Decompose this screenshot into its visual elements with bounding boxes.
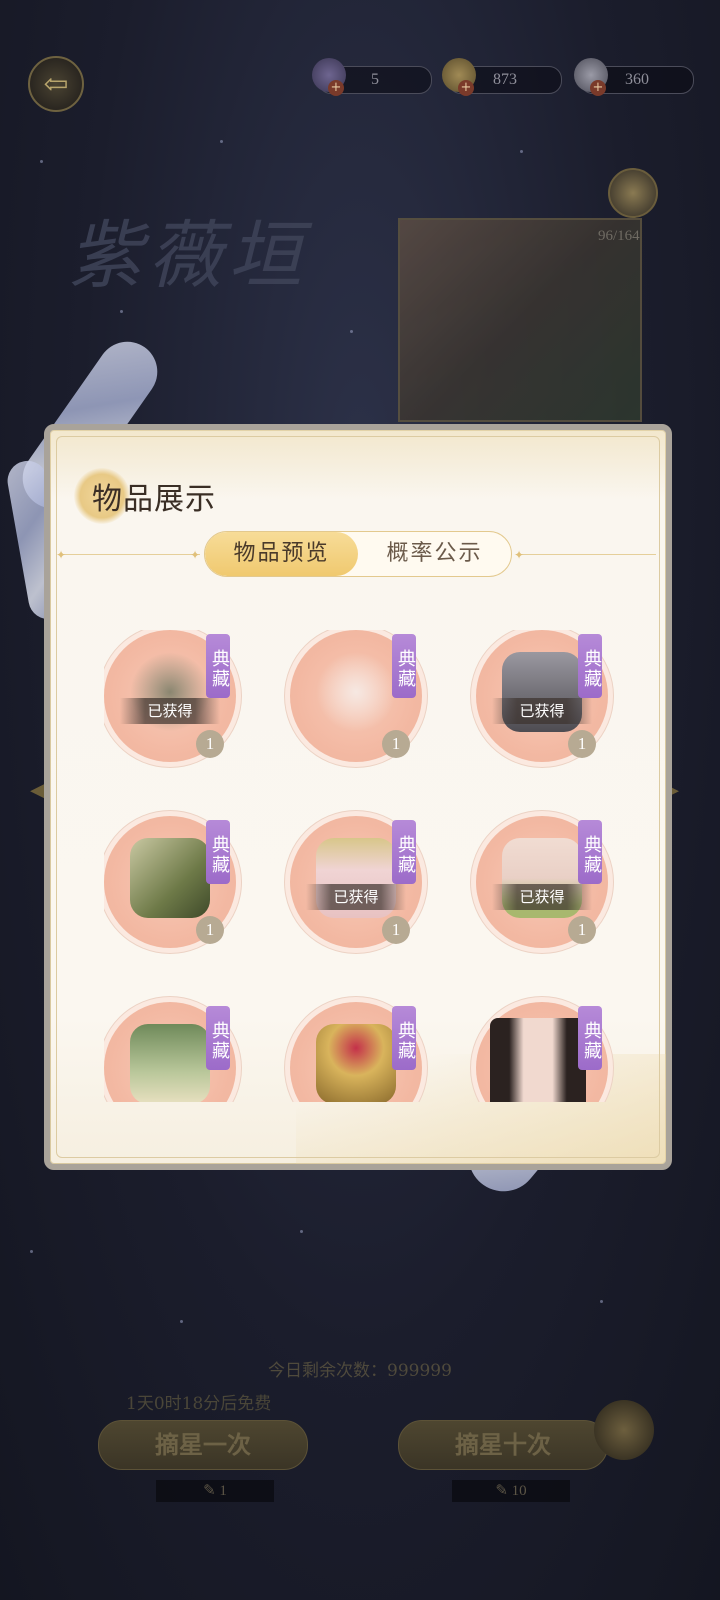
- character-portrait: [398, 218, 642, 422]
- tab-divider-right: [516, 554, 656, 555]
- collection-tag: 典藏: [392, 1006, 416, 1070]
- item-count: 1: [382, 916, 410, 944]
- sparkle-icon: ✦: [56, 548, 67, 562]
- item-card[interactable]: 典藏 已获得 1: [290, 816, 430, 956]
- item-count: 1: [568, 916, 596, 944]
- remaining-count: 今日剩余次数：999999: [268, 1361, 452, 1381]
- add-coin-icon: +: [458, 80, 474, 96]
- collection-progress: 96/164: [598, 228, 640, 244]
- tab-bar: 物品预览 概率公示: [204, 531, 512, 577]
- back-button: ⇦: [28, 56, 84, 112]
- draw-ten-button: 摘星十次: [398, 1420, 608, 1470]
- draw-once-cost: ✎ 1: [156, 1480, 274, 1502]
- item-card[interactable]: 典藏: [476, 1002, 614, 1102]
- item-card[interactable]: 典藏 1: [104, 816, 244, 956]
- obtained-label: 已获得: [492, 698, 592, 724]
- sparkle-icon: ✦: [514, 548, 525, 562]
- item-card[interactable]: 典藏: [290, 1002, 430, 1102]
- moon-icon: [608, 168, 658, 218]
- character-portrait-image: [490, 1018, 586, 1102]
- add-pearl-icon: +: [590, 80, 606, 96]
- modal-title: 物品展示: [92, 482, 216, 517]
- obtained-label: 已获得: [306, 884, 406, 910]
- green-dress-image: [130, 1024, 210, 1102]
- item-count: 1: [196, 916, 224, 944]
- item-card[interactable]: 典藏: [104, 1002, 244, 1102]
- item-card[interactable]: 典藏 已获得 1: [476, 816, 614, 956]
- green-robe-image: [130, 838, 210, 918]
- item-count: 1: [382, 730, 410, 758]
- draw-once-button: 摘星一次: [98, 1420, 308, 1470]
- item-count: 1: [568, 730, 596, 758]
- white-ribbon-image: [316, 652, 396, 732]
- item-count: 1: [196, 730, 224, 758]
- obtained-label: 已获得: [492, 884, 592, 910]
- collection-tag: 典藏: [578, 634, 602, 698]
- collection-tag: 典藏: [392, 820, 416, 884]
- free-timer: 1天0时18分后免费: [126, 1394, 272, 1414]
- collection-tag: 典藏: [206, 820, 230, 884]
- back-arrow-icon: ⇦: [43, 66, 69, 102]
- add-ticket-icon: +: [328, 80, 344, 96]
- tab-divider-left: [60, 554, 200, 555]
- collection-tag: 典藏: [206, 1006, 230, 1070]
- item-card[interactable]: 典藏 已获得 1: [104, 630, 244, 770]
- constellation-title: 紫薇垣: [68, 213, 308, 299]
- tab-probability[interactable]: 概率公示: [358, 532, 511, 576]
- draw-ten-cost: ✎ 10: [452, 1480, 570, 1502]
- collection-tag: 典藏: [206, 634, 230, 698]
- left-arrow-icon: ◂: [30, 772, 46, 807]
- flower-basket-image: [316, 1024, 396, 1102]
- collection-tag: 典藏: [578, 820, 602, 884]
- collection-tag: 典藏: [392, 634, 416, 698]
- item-display-modal: 物品展示 ✦ ✦ ✦ 物品预览 概率公示 典藏 已获得 1 典藏 1 典藏 已获…: [44, 424, 672, 1170]
- item-grid: 典藏 已获得 1 典藏 1 典藏 已获得 1 典藏 1 典藏 已获得 1 典藏 …: [104, 630, 614, 1102]
- orb-icon: [594, 1400, 654, 1460]
- collection-tag: 典藏: [578, 1006, 602, 1070]
- item-card[interactable]: 典藏 已获得 1: [476, 630, 614, 770]
- obtained-label: 已获得: [120, 698, 220, 724]
- sparkle-icon: ✦: [190, 548, 201, 562]
- item-card[interactable]: 典藏 1: [290, 630, 430, 770]
- tab-item-preview[interactable]: 物品预览: [205, 532, 358, 576]
